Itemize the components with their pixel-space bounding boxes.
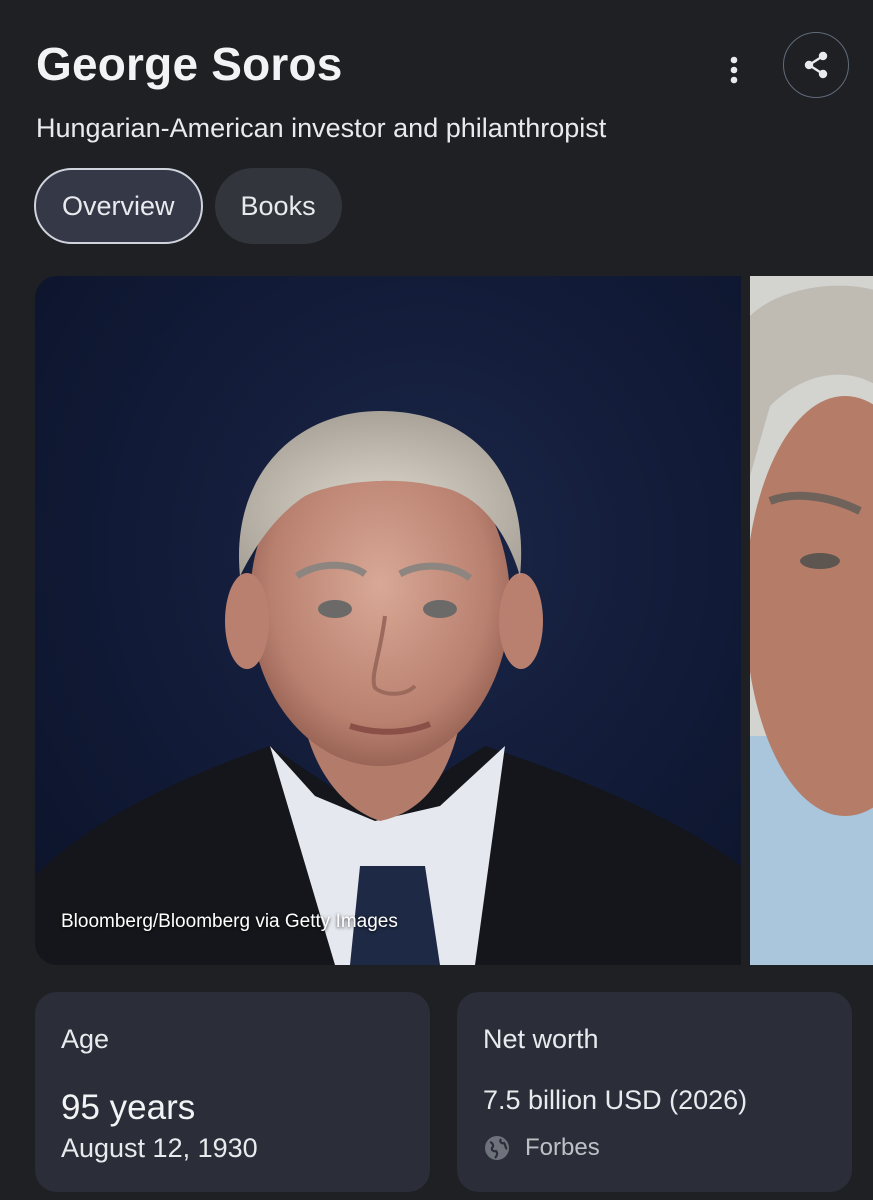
age-label: Age xyxy=(61,1024,110,1054)
more-vert-icon xyxy=(730,56,738,84)
share-icon xyxy=(804,51,828,79)
net-worth-card[interactable]: Net worth 7.5 billion USD (2026) Forbes xyxy=(457,992,852,1192)
knowledge-panel: George Soros Hungarian-American investor… xyxy=(0,0,873,1200)
net-worth-label: Net worth xyxy=(483,1024,599,1054)
net-worth-value: 7.5 billion USD (2026) xyxy=(483,1085,748,1115)
image-caption: Bloomberg/Bloomberg via Getty Images xyxy=(61,911,398,932)
share-button[interactable] xyxy=(783,32,849,98)
source-link[interactable]: Forbes xyxy=(483,1134,826,1162)
more-options-button[interactable] xyxy=(712,48,756,92)
age-card[interactable]: Age 95 years August 12, 1930 xyxy=(35,992,430,1192)
portrait-photo xyxy=(35,411,741,965)
portrait-photo-secondary xyxy=(750,276,873,965)
age-value: 95 years xyxy=(61,1088,196,1127)
portrait-image-main[interactable]: Bloomberg/Bloomberg via Getty Images xyxy=(35,276,741,965)
page-subtitle: Hungarian-American investor and philanth… xyxy=(36,113,607,143)
globe-icon xyxy=(485,1136,509,1160)
tab-books[interactable]: Books xyxy=(214,168,342,244)
tab-bar: Overview Books xyxy=(34,168,342,244)
source-label: Forbes xyxy=(525,1134,600,1161)
portrait-image-secondary[interactable] xyxy=(750,276,873,965)
page-title: George Soros xyxy=(36,38,343,90)
tab-overview[interactable]: Overview xyxy=(34,168,203,244)
birth-date: August 12, 1930 xyxy=(61,1133,258,1163)
